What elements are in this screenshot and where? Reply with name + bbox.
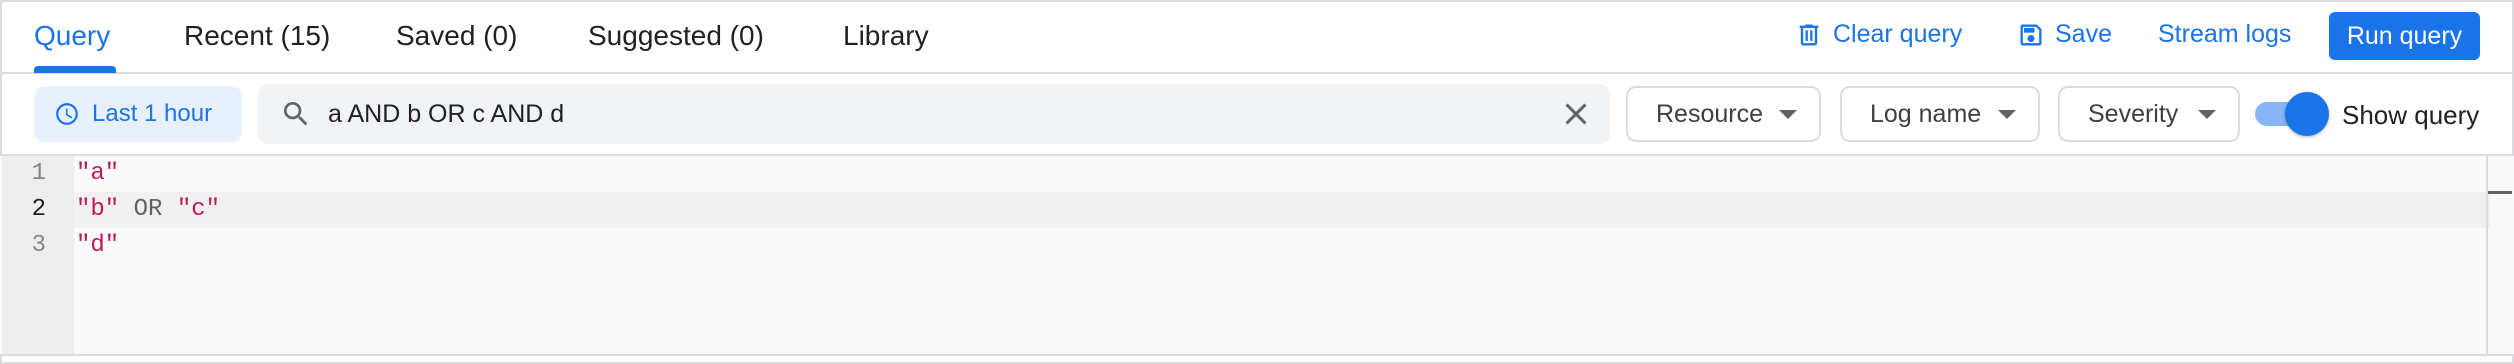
run-query-button[interactable]: Run query	[2329, 12, 2480, 60]
time-range-chip[interactable]: Last 1 hour	[34, 86, 242, 142]
code-line: "d"	[76, 232, 119, 259]
resource-label: Resource	[1656, 99, 1763, 128]
toggle-knob	[2285, 92, 2329, 136]
tab-suggested[interactable]: Suggested (0)	[588, 20, 764, 52]
run-query-label: Run query	[2346, 21, 2463, 50]
save-icon	[2020, 24, 2042, 45]
chevron-down-icon	[1998, 110, 2016, 119]
line-number: 2	[31, 196, 46, 223]
code-line: "a"	[76, 160, 119, 187]
stream-logs-button[interactable]: Stream logs	[2158, 20, 2291, 49]
severity-label: Severity	[2088, 99, 2179, 128]
log-name-label: Log name	[1870, 99, 1982, 128]
scrollbar-marker	[2488, 191, 2512, 194]
severity-dropdown[interactable]: Severity	[2058, 86, 2240, 142]
chevron-down-icon	[2198, 110, 2216, 119]
operator-token: OR	[119, 196, 177, 223]
save-label: Save	[2055, 20, 2112, 48]
clock-icon	[56, 103, 78, 125]
line-number: 1	[31, 160, 46, 187]
code-line: "b" OR "c"	[76, 196, 220, 223]
tab-query[interactable]: Query	[34, 20, 110, 52]
line-number-gutter: 1 2 3	[2, 156, 74, 356]
active-line-highlight	[74, 192, 2490, 228]
show-query-toggle[interactable]	[2255, 92, 2329, 136]
clear-query-button[interactable]: Clear query	[1795, 20, 1962, 49]
chevron-down-icon	[1779, 110, 1797, 119]
log-name-dropdown[interactable]: Log name	[1840, 86, 2040, 142]
query-editor[interactable]: 1 2 3 "a" "b" OR "c" "d"	[0, 156, 2514, 356]
close-icon[interactable]	[1558, 96, 1594, 132]
search-icon	[284, 102, 308, 126]
save-button[interactable]: Save	[2017, 20, 2112, 49]
string-token: "d"	[76, 232, 120, 259]
editor-bottom-border	[0, 354, 2514, 356]
stream-logs-label: Stream logs	[2158, 20, 2292, 48]
clear-query-label: Clear query	[1833, 20, 1963, 48]
filter-bar: Last 1 hour Resource Log name Severity S…	[0, 74, 2514, 156]
string-token: "c"	[176, 196, 221, 223]
search-input[interactable]	[328, 92, 1508, 136]
editor-scrollbar[interactable]	[2486, 156, 2488, 356]
tab-library[interactable]: Library	[843, 20, 929, 52]
time-range-label: Last 1 hour	[92, 100, 213, 127]
line-number: 3	[31, 232, 46, 259]
show-query-label: Show query	[2342, 100, 2480, 130]
string-token: "b"	[76, 196, 120, 223]
active-tab-indicator	[34, 66, 116, 73]
resource-dropdown[interactable]: Resource	[1626, 86, 1821, 142]
tab-saved[interactable]: Saved (0)	[396, 20, 517, 52]
string-token: "a"	[76, 160, 120, 187]
search-box	[258, 84, 1610, 144]
tab-bar: Query Recent (15) Saved (0) Suggested (0…	[0, 0, 2514, 74]
trash-icon	[1799, 24, 1819, 45]
tab-recent[interactable]: Recent (15)	[184, 20, 330, 52]
